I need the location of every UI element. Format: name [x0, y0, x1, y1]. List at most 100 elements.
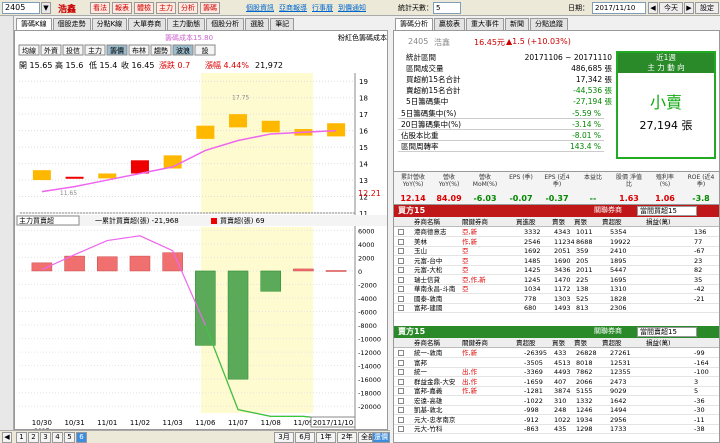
buy-col-header[interactable]: 買張 — [574, 217, 587, 227]
row-checkbox[interactable] — [398, 286, 404, 292]
toolbar-button-5[interactable]: 籌碼 — [200, 2, 220, 14]
page-button-1[interactable]: 2 — [28, 432, 39, 443]
row-checkbox[interactable] — [398, 407, 404, 413]
today-button[interactable]: 今天 — [659, 2, 683, 14]
sell-col-header[interactable]: 賣超股 — [602, 338, 622, 348]
row-checkbox[interactable] — [398, 276, 404, 283]
buy-table-row[interactable]: 元富-大松 亞 1425 3436 2011 5447 82 — [394, 266, 719, 275]
page-button-3[interactable]: 4 — [52, 432, 63, 443]
row-checkbox[interactable] — [398, 397, 404, 404]
buy-table-row[interactable]: 美林 作,新 2546 11234 8688 19922 77 — [394, 238, 719, 247]
row-checkbox[interactable] — [398, 378, 404, 385]
buy-table-row[interactable]: 元富-台中 亞 1485 1690 205 1895 23 — [394, 257, 719, 266]
days-input[interactable]: 5 — [433, 2, 461, 14]
page-button-4[interactable]: 5 — [64, 432, 75, 443]
buy-range-select[interactable]: 當間買超15 — [637, 206, 697, 216]
scroll-left-button[interactable]: ◀ — [2, 432, 12, 443]
row-checkbox[interactable] — [398, 416, 404, 423]
row-checkbox[interactable] — [398, 350, 404, 356]
link-price-alert[interactable]: 到價通知 — [338, 3, 366, 13]
next-date-button[interactable]: ▶ — [684, 2, 694, 14]
sell-col-header[interactable]: 買張 — [552, 338, 565, 348]
row-checkbox[interactable] — [398, 388, 404, 394]
buy-option-label[interactable]: 關聯券商 — [594, 205, 622, 216]
date-input[interactable]: 2017/11/10 — [592, 2, 646, 14]
buy-col-header[interactable]: 券商名稱 — [414, 217, 440, 227]
period-button-0[interactable]: 3月 — [274, 432, 294, 443]
sell-table-row[interactable]: 凱基-敦北 -998 248 1246 1494 -30 — [394, 406, 719, 415]
link-news[interactable]: 亞商報導 — [279, 3, 307, 13]
page-button-2[interactable]: 3 — [40, 432, 51, 443]
chart-button-label[interactable]: 波浪 — [176, 46, 190, 55]
chart-button-label[interactable]: 設 — [202, 46, 209, 55]
toolbar-button-1[interactable]: 報表 — [112, 2, 132, 14]
row-checkbox[interactable] — [398, 267, 404, 273]
restore-price-button[interactable]: 還價 — [372, 432, 390, 443]
row-checkbox[interactable] — [398, 229, 404, 235]
buy-table-row[interactable]: 港商德意志 亞,新 3332 4343 1011 5354 136 — [394, 228, 719, 237]
row-checkbox[interactable] — [398, 426, 404, 432]
left-tab-0[interactable]: 籌碼K線 — [16, 18, 52, 30]
sell-table-row[interactable]: 群益金鼎-大安 出,作 -1659 407 2066 2473 3 — [394, 378, 719, 387]
buy-table-row[interactable]: 瑞士信貸 亞,作,新 1245 1470 225 1695 35 — [394, 276, 719, 285]
chart-button-label[interactable]: 籌價 — [110, 46, 124, 55]
buy-table-row[interactable]: 華南永昌-斗南亞 1034 1172 138 1310 -42 — [394, 285, 719, 294]
row-checkbox[interactable] — [398, 238, 404, 245]
buy-table-row[interactable]: 玉山 亞 1692 2051 359 2410 -67 — [394, 247, 719, 256]
left-tab-2[interactable]: 分點K線 — [91, 18, 128, 30]
toolbar-button-2[interactable]: 體檢 — [134, 2, 154, 14]
buy-col-header[interactable]: 損益(萬) — [646, 217, 671, 227]
indicator-select-label[interactable]: 主力買賣超 — [19, 216, 54, 225]
left-tab-5[interactable]: 個股分析 — [206, 18, 245, 30]
period-button-3[interactable]: 2年 — [337, 432, 357, 443]
chart-button-label[interactable]: 布林 — [132, 46, 146, 55]
sell-table-row[interactable]: 元大-忠孝南京 -912 1022 1934 2956 -11 — [394, 416, 719, 425]
left-tab-7[interactable]: 筆記 — [270, 18, 295, 30]
sell-table-row[interactable]: 富邦-嘉義 作,新 -1281 3874 5155 9029 5 — [394, 387, 719, 396]
settings-button[interactable]: 設定 — [695, 2, 719, 14]
chart-button-label[interactable]: 投信 — [66, 46, 80, 55]
sell-table-row[interactable]: 元大-竹科 -863 435 1298 1733 -38 — [394, 425, 719, 434]
sell-col-header[interactable]: 關鍵券商 — [462, 338, 488, 348]
chart-button-label[interactable]: 趨勢 — [154, 46, 168, 55]
prev-date-button[interactable]: ◀ — [648, 2, 658, 14]
link-calendar[interactable]: 行事曆 — [312, 3, 333, 13]
dropdown-arrow-icon[interactable]: ▼ — [41, 2, 51, 14]
right-tab-3[interactable]: 新聞 — [505, 18, 529, 30]
buy-table-row[interactable]: 富邦-建國 680 1493 813 2306 — [394, 304, 719, 313]
sell-table-row[interactable]: 統一-敦南 作,新 -26395 433 26828 27261 -99 — [394, 349, 719, 358]
row-checkbox[interactable] — [398, 295, 404, 302]
left-tab-3[interactable]: 大單券商 — [128, 18, 167, 30]
left-tab-4[interactable]: 主力動態 — [167, 18, 206, 30]
sell-col-header[interactable]: 賣張 — [574, 338, 587, 348]
right-tab-2[interactable]: 重大事件 — [466, 18, 504, 30]
chart-button-label[interactable]: 主力 — [88, 46, 102, 55]
right-tab-0[interactable]: 籌碼分析 — [395, 18, 433, 30]
right-tab-4[interactable]: 分點追蹤 — [530, 18, 568, 30]
buy-col-header[interactable]: 關鍵券商 — [462, 217, 488, 227]
toolbar-button-4[interactable]: 分析 — [178, 2, 198, 14]
sell-table-row[interactable]: 宏遠-高雄 -1022 310 1332 1642 -36 — [394, 397, 719, 406]
row-checkbox[interactable] — [398, 305, 404, 311]
row-checkbox[interactable] — [398, 257, 404, 264]
link-stock-info[interactable]: 個股資訊 — [246, 3, 274, 13]
row-checkbox[interactable] — [398, 369, 404, 375]
sell-col-header[interactable]: 券商名稱 — [414, 338, 440, 348]
period-button-1[interactable]: 6月 — [295, 432, 315, 443]
buy-table-row[interactable]: 國泰-敦南 778 1303 525 1828 -21 — [394, 295, 719, 304]
chart-button-label[interactable]: 均線 — [22, 46, 36, 55]
sell-col-header[interactable]: 損益(萬) — [646, 338, 671, 348]
left-tab-6[interactable]: 選股 — [245, 18, 270, 30]
toolbar-button-0[interactable]: 看法 — [90, 2, 110, 14]
row-checkbox[interactable] — [398, 359, 404, 366]
sell-option-label[interactable]: 關聯券商 — [594, 326, 622, 337]
row-checkbox[interactable] — [398, 248, 404, 254]
buy-col-header[interactable]: 賣超股 — [602, 217, 622, 227]
left-tab-1[interactable]: 個股走勢 — [52, 18, 91, 30]
sell-table-row[interactable]: 富邦 -3505 4513 8018 12531 -164 — [394, 359, 719, 368]
page-button-0[interactable]: 1 — [16, 432, 27, 443]
toolbar-button-3[interactable]: 主力 — [156, 2, 176, 14]
buy-col-header[interactable]: 賣張 — [552, 217, 565, 227]
page-button-5[interactable]: 6 — [76, 432, 87, 443]
stock-code-input[interactable]: 2405 — [2, 2, 40, 14]
